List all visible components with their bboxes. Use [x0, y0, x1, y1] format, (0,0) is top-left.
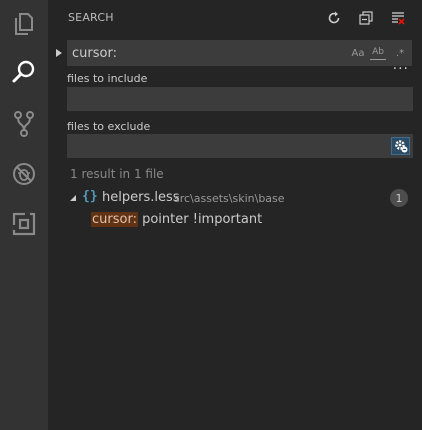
collapse-all-button[interactable]: [356, 8, 376, 28]
expanded-twistie-icon[interactable]: [69, 194, 77, 202]
exclude-input[interactable]: [67, 134, 413, 158]
result-match-row[interactable]: cursor: pointer !important: [91, 210, 262, 229]
include-label: files to include: [67, 72, 148, 85]
more-options-button[interactable]: ···: [393, 62, 409, 76]
debug-activity-button[interactable]: [0, 150, 48, 198]
bug-icon: [13, 163, 35, 185]
panel-title: SEARCH: [68, 11, 114, 24]
gear-icon: [394, 140, 407, 153]
match-case-toggle[interactable]: Aa: [348, 43, 368, 63]
results-summary: 1 result in 1 file: [70, 167, 164, 181]
regex-toggle[interactable]: .*: [390, 43, 410, 63]
chevron-right-icon: [56, 49, 62, 57]
less-file-icon: {}: [82, 189, 98, 204]
search-input[interactable]: [67, 40, 348, 66]
toggle-replace-button[interactable]: [54, 46, 64, 60]
extensions-icon: [12, 212, 36, 236]
refresh-icon: [328, 11, 340, 24]
match-count-badge: 1: [390, 189, 408, 207]
files-icon: [15, 13, 33, 35]
title-actions: [324, 8, 408, 28]
search-activity-button[interactable]: [0, 48, 48, 96]
file-name: helpers.less: [102, 190, 180, 205]
use-exclude-settings-toggle[interactable]: [391, 137, 410, 155]
source-control-activity-button[interactable]: [0, 100, 48, 148]
result-file-row[interactable]: {} helpers.less src\assets\skin\base 1: [48, 188, 422, 208]
whole-word-toggle[interactable]: Ab: [370, 47, 386, 60]
exclude-label: files to exclude: [67, 120, 151, 133]
extensions-activity-button[interactable]: [0, 200, 48, 248]
clear-results-icon: [392, 12, 405, 25]
activity-bar: [0, 0, 48, 430]
exclude-field: [67, 134, 413, 158]
search-icon: [12, 60, 35, 83]
explorer-activity-button[interactable]: [0, 0, 48, 48]
include-input[interactable]: [67, 87, 413, 111]
match-highlight: cursor:: [91, 212, 138, 227]
file-path: src\assets\skin\base: [174, 192, 285, 205]
git-branch-icon: [14, 111, 34, 137]
refresh-button[interactable]: [324, 8, 344, 28]
collapse-all-icon: [359, 11, 373, 25]
search-input-box: Aa Ab .*: [67, 40, 412, 66]
match-rest-text: pointer !important: [137, 212, 263, 227]
clear-results-button[interactable]: [388, 8, 408, 28]
search-sidebar: SEARCH cursor: Aa Ab .* ··· files to inc…: [48, 0, 422, 430]
include-field: [67, 87, 413, 111]
